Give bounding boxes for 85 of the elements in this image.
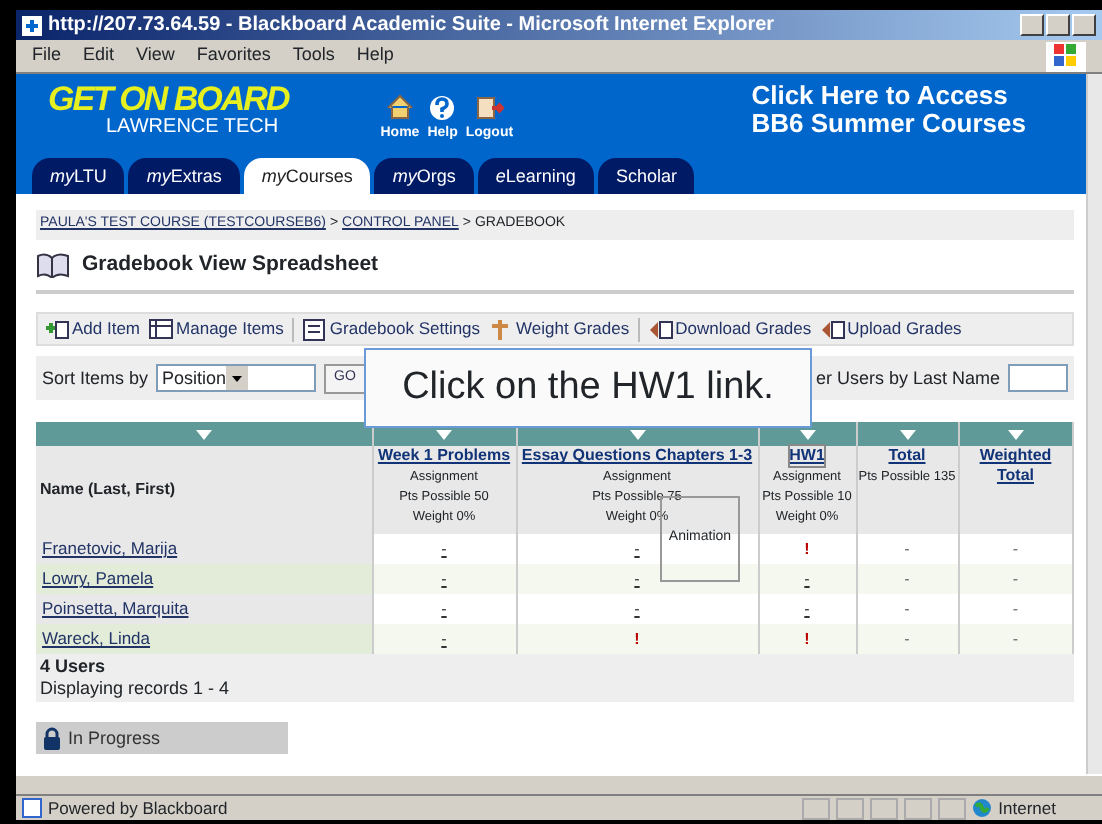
nav-tab[interactable]: Scholar (597, 158, 695, 194)
status-panel-label: In Progress (68, 725, 161, 752)
nav-tab[interactable]: myExtras (128, 158, 240, 194)
status-text: Powered by Blackboard (48, 795, 228, 821)
nav-tab[interactable]: myCourses (243, 158, 371, 194)
menu-item[interactable]: Help (356, 42, 394, 70)
windows-logo-icon (1046, 41, 1086, 71)
status-pane (802, 797, 831, 819)
sort-dropdown[interactable]: Position (156, 364, 317, 393)
toolbar-link[interactable]: Download Grades (675, 316, 812, 343)
book-icon (36, 251, 70, 278)
vertical-scrollbar[interactable] (1086, 74, 1102, 774)
help-icon (428, 94, 457, 122)
empty-grade: - (904, 599, 910, 618)
door-icon (475, 94, 504, 122)
column-link[interactable]: Week 1 Problems (377, 446, 511, 467)
empty-grade: - (904, 539, 910, 558)
page-title: Gradebook View Spreadsheet (82, 249, 379, 279)
sort-label: Sort Items by (42, 365, 149, 392)
empty-grade: - (1012, 539, 1019, 558)
list-icon (301, 317, 328, 342)
record-count: Displaying records 1 - 4 (40, 678, 232, 701)
ie-page-icon (22, 15, 42, 35)
alert-mark: ! (804, 539, 810, 558)
grade-link[interactable]: - (441, 599, 447, 618)
grade-link[interactable]: - (441, 539, 447, 558)
user-count: 4 Users (40, 656, 108, 679)
menu-item[interactable]: Tools (292, 42, 335, 70)
filter-input[interactable] (1008, 364, 1068, 393)
nav-tab[interactable]: myOrgs (374, 158, 474, 194)
grade-link[interactable]: - (441, 569, 447, 588)
toolbar-link[interactable]: Weight Grades (516, 316, 630, 343)
padlock-icon (44, 726, 60, 751)
maximize-button[interactable] (1046, 14, 1070, 36)
filter-label: er Users by Last Name (815, 365, 1000, 392)
alert-mark: ! (804, 629, 810, 648)
toolbar-link[interactable]: Gradebook Settings (329, 316, 481, 343)
menu-item[interactable]: Edit (83, 42, 115, 70)
empty-grade: - (904, 569, 910, 588)
status-pane (904, 797, 933, 819)
download-icon (647, 317, 674, 342)
logo-subtitle: LAWRENCE TECH (106, 116, 281, 138)
sort-caret-icon[interactable] (1007, 429, 1024, 440)
grade-link[interactable]: - (634, 539, 640, 558)
add-item-icon (44, 317, 70, 342)
column-link[interactable]: Total (888, 446, 926, 467)
empty-grade: - (1012, 569, 1019, 588)
grade-link[interactable]: - (441, 629, 447, 648)
status-pane (870, 797, 899, 819)
instruction-callout: Click on the HW1 link. (364, 348, 812, 428)
page-icon (22, 798, 42, 818)
toolbar-link[interactable]: Add Item (72, 316, 141, 343)
table-icon (148, 317, 175, 342)
empty-grade: - (1012, 629, 1019, 648)
menu-item[interactable]: Favorites (196, 42, 271, 70)
upload-icon (819, 317, 846, 342)
grade-link[interactable]: - (634, 599, 640, 618)
globe-icon (972, 798, 993, 818)
minimize-button[interactable] (1020, 14, 1044, 36)
grade-link[interactable]: - (804, 569, 810, 588)
logo-text: GET ON BOARD (48, 82, 289, 116)
toolbar-link[interactable]: Manage Items (176, 316, 284, 343)
column-link[interactable]: HW1 (789, 446, 825, 467)
promo-link[interactable]: Click Here to Access BB6 Summer Courses (751, 82, 1026, 158)
status-pane (938, 797, 967, 819)
window-title: http://207.73.64.59 - Blackboard Academic Suite - Microsoft Internet Explorer (48, 12, 775, 40)
column-header: Name (Last, First) (36, 446, 372, 535)
nav-tab[interactable]: eLearning (477, 158, 594, 194)
home-icon (385, 94, 414, 122)
empty-grade: - (904, 629, 910, 648)
alert-mark: ! (634, 629, 640, 648)
close-button[interactable] (1072, 14, 1096, 36)
dropdown-caret-icon (226, 366, 249, 391)
sort-caret-icon[interactable] (899, 429, 915, 440)
sort-caret-icon[interactable] (195, 429, 212, 440)
grade-link[interactable]: - (804, 599, 810, 618)
menu-item[interactable]: File (32, 42, 62, 70)
grade-link[interactable]: - (634, 569, 640, 588)
status-pane (836, 797, 865, 819)
security-zone: Internet (998, 795, 1056, 821)
column-link[interactable]: Essay Questions Chapters 1-3 (521, 446, 753, 467)
toolbar-link[interactable]: Upload Grades (847, 316, 962, 343)
menu-item[interactable]: View (136, 42, 175, 70)
empty-grade: - (1012, 599, 1019, 618)
nav-tab[interactable]: myLTU (32, 158, 125, 194)
